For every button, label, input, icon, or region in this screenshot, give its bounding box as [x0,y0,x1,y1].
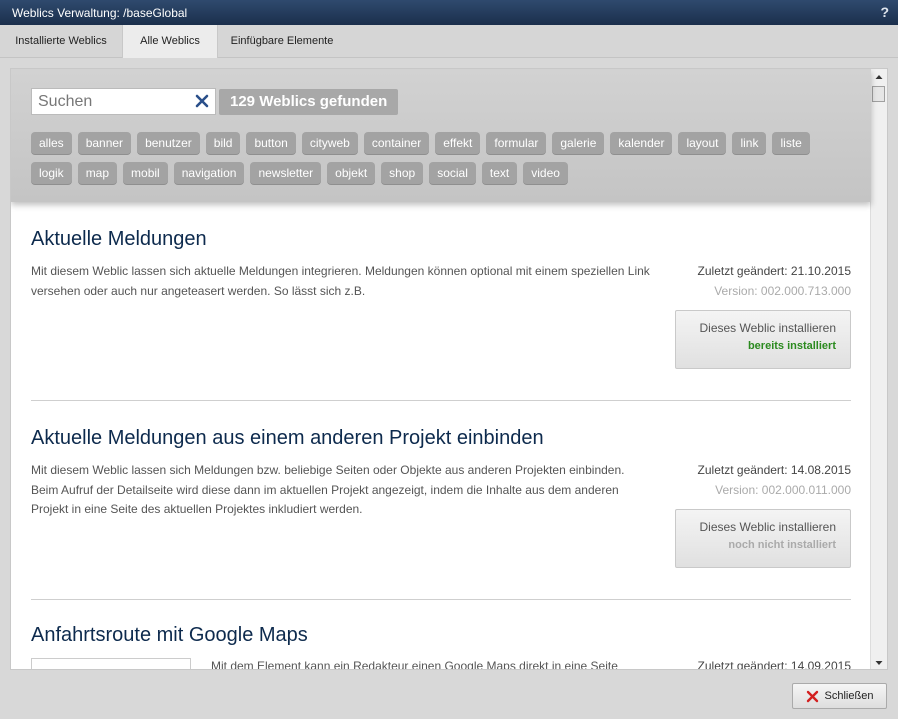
weblic-version: Version: 002.000.713.000 [714,283,851,298]
tag-button[interactable]: bild [205,132,241,155]
result-count-badge: 129 Weblics gefunden [219,89,399,115]
install-status: bereits installiert [747,340,836,352]
install-weblic-button[interactable]: Dieses Weblic installieren noch nicht in… [675,509,851,568]
weblic-list: Aktuelle Meldungen Mit diesem Weblic las… [11,202,871,670]
tab-alle-weblics[interactable]: Alle Weblics [122,25,218,58]
tag-button[interactable]: liste [772,132,810,155]
scroll-up-arrow-icon[interactable] [871,69,887,85]
tab-bar: Installierte Weblics Alle Weblics Einfüg… [0,25,898,58]
tag-button[interactable]: text [481,162,518,185]
weblic-meta: Zuletzt geändert: 14.08.2015 Version: 00… [698,461,851,500]
weblic-title: Aktuelle Meldungen aus einem anderen Pro… [31,427,544,449]
weblic-thumbnail [31,658,191,669]
search-box [31,88,216,115]
install-weblic-button[interactable]: Dieses Weblic installieren bereits insta… [675,310,851,369]
search-input[interactable] [32,89,192,114]
tag-button[interactable]: objekt [327,162,376,185]
tag-button[interactable]: layout [678,132,727,155]
weblic-description: Mit diesem Weblic lassen sich aktuelle M… [31,264,650,298]
tab-installierte-weblics[interactable]: Installierte Weblics [0,25,122,58]
weblic-version: Version: 002.000.011.000 [715,482,851,497]
close-button[interactable]: Schließen [792,683,887,709]
weblic-changed-date: Zuletzt geändert: 14.09.2015 [697,659,851,670]
install-status: noch nicht installiert [728,539,836,551]
tag-button[interactable]: galerie [552,132,605,155]
window-title: Weblics Verwaltung: /baseGlobal [12,5,188,20]
window-titlebar: Weblics Verwaltung: /baseGlobal ? [0,0,898,25]
tag-button[interactable]: alles [31,132,72,155]
weblic-meta: Zuletzt geändert: 21.10.2015 Version: 00… [698,262,851,301]
tag-button[interactable]: newsletter [250,162,322,185]
tag-button[interactable]: mobil [123,162,168,185]
tag-button[interactable]: shop [381,162,424,185]
close-button-label: Schließen [824,690,874,702]
vertical-scrollbar[interactable] [870,69,887,670]
tag-button[interactable]: link [732,132,767,155]
tag-filter-list: alles banner benutzer bild button citywe… [31,132,871,192]
content-frame: 129 Weblics gefunden alles banner benutz… [10,68,888,670]
tag-button[interactable]: effekt [435,132,481,155]
tag-button[interactable]: container [363,132,430,155]
tag-button[interactable]: video [523,162,568,185]
scroll-down-arrow-icon[interactable] [871,655,887,670]
tag-button[interactable]: logik [31,162,72,185]
tag-button[interactable]: benutzer [137,132,200,155]
weblic-changed-date: Zuletzt geändert: 21.10.2015 [697,264,851,278]
weblic-item: Aktuelle Meldungen Mit diesem Weblic las… [31,202,851,401]
tab-einfuegbare-elemente[interactable]: Einfügbare Elemente [218,25,346,58]
help-icon[interactable]: ? [880,4,889,20]
weblic-changed-date: Zuletzt geändert: 14.08.2015 [697,463,851,477]
tag-button[interactable]: cityweb [301,132,358,155]
tag-button[interactable]: button [246,132,296,155]
tag-row-1: alles banner benutzer bild button citywe… [31,132,871,155]
tag-button[interactable]: social [429,162,476,185]
weblic-item: Anfahrtsroute mit Google Maps Mit dem El… [31,600,851,670]
filter-panel: 129 Weblics gefunden alles banner benutz… [11,69,871,202]
weblic-item: Aktuelle Meldungen aus einem anderen Pro… [31,401,851,600]
tag-button[interactable]: navigation [173,162,245,185]
weblic-description: Mit dem Element kann ein Redakteur einen… [211,659,618,670]
scroll-thumb[interactable] [872,86,885,102]
weblic-title: Aktuelle Meldungen [31,228,207,250]
tag-button[interactable]: banner [77,132,132,155]
tag-button[interactable]: kalender [610,132,673,155]
red-x-icon [806,690,818,702]
clear-x-icon[interactable] [193,92,211,110]
tag-button[interactable]: map [77,162,118,185]
install-button-label: Dieses Weblic installieren [699,520,837,534]
weblic-description: Mit diesem Weblic lassen sich Meldungen … [31,463,625,516]
tag-row-2: logik map mobil navigation newsletter ob… [31,162,871,185]
tag-button[interactable]: formular [486,132,547,155]
install-button-label: Dieses Weblic installieren [699,321,837,335]
weblic-title: Anfahrtsroute mit Google Maps [31,624,308,646]
